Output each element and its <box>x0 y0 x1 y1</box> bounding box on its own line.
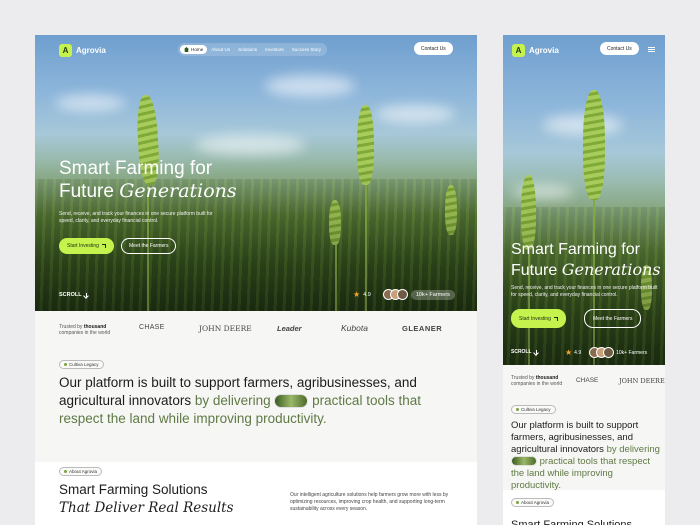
farmer-avatars <box>589 347 615 358</box>
meet-farmers-button-mobile[interactable]: Meet the Farmers <box>584 309 642 328</box>
logo-leader: Leader <box>277 324 302 333</box>
about-tag-mobile: About Agrovia <box>511 498 555 507</box>
hero-subtitle: Send, receive, and track your finances i… <box>59 211 213 224</box>
trusted-text-mobile: Trusted by thousand companies in the wor… <box>511 375 563 388</box>
farmers-photo-pill <box>511 456 537 467</box>
mobile-preview: A Agrovia Contact Us Smart Farming for F… <box>503 35 665 525</box>
farmers-count: 10k+ Farmers <box>410 289 455 300</box>
about-tag: About Agrovia <box>59 467 103 476</box>
logo-mark-icon: A <box>512 44 525 57</box>
nav-about[interactable]: About Us <box>207 45 234 54</box>
logo-gleaner: GLEANER <box>402 324 443 333</box>
meet-farmers-button[interactable]: Meet the Farmers <box>121 238 177 254</box>
trusted-text: Trusted by thousand companies in the wor… <box>59 324 111 337</box>
scroll-indicator[interactable]: SCROLL <box>59 292 87 298</box>
farmers-count: 10k+ Farmers <box>616 349 648 356</box>
hero-title-mobile: Smart Farming for Future Generations <box>511 241 661 279</box>
hamburger-menu-icon[interactable] <box>648 47 655 52</box>
logo-john-deere: JOHN DEERE <box>199 324 252 333</box>
home-icon <box>184 47 189 52</box>
arrow-down-icon <box>535 349 537 355</box>
avatar <box>396 289 408 300</box>
about-description: Our intelligent agriculture solutions he… <box>290 492 449 512</box>
contact-button[interactable]: Contact Us <box>414 42 453 55</box>
dot-icon <box>516 408 519 411</box>
star-icon: ★ <box>565 347 573 357</box>
arrow-up-right-icon <box>553 316 558 321</box>
about-section: About Agrovia Smart Farming Solutions Th… <box>35 462 477 525</box>
rating-block-mobile: ★ 4.9 10k+ Farmers <box>565 347 647 358</box>
arrow-up-right-icon <box>101 244 106 248</box>
logo-chase: CHASE <box>139 324 165 331</box>
about-section-mobile: About Agrovia Smart Farming Solutions <box>503 490 665 525</box>
main-nav: Home About Us Solutions Investors Succes… <box>178 43 328 56</box>
logo-mobile[interactable]: A Agrovia <box>512 44 559 57</box>
mission-tag-mobile: Cultiva Legacy <box>511 405 556 414</box>
logo-chase: CHASE <box>576 377 599 384</box>
logo[interactable]: A Agrovia <box>59 44 106 57</box>
dot-icon <box>64 363 67 366</box>
nav-success-story[interactable]: Success Story <box>288 45 325 54</box>
logo-mark-icon: A <box>59 44 72 57</box>
about-title-mobile: Smart Farming Solutions <box>511 519 633 525</box>
arrow-down-icon <box>85 292 87 298</box>
rating-block: ★ 4.9 10k+ Farmers <box>353 289 455 300</box>
scroll-indicator-mobile[interactable]: SCROLL <box>511 349 537 355</box>
desktop-preview: A Agrovia Home About Us Solutions Invest… <box>35 35 477 525</box>
avatar <box>603 347 615 358</box>
about-title: Smart Farming Solutions That Deliver Rea… <box>59 482 234 516</box>
mission-statement-mobile: Our platform is built to support farmers… <box>511 420 660 491</box>
contact-button-mobile[interactable]: Contact Us <box>600 42 639 55</box>
logo-text: Agrovia <box>529 46 559 55</box>
hero-title: Smart Farming for Future Generations <box>59 158 237 202</box>
star-icon: ★ <box>353 289 361 299</box>
dot-icon <box>64 470 67 473</box>
start-investing-button[interactable]: Start Investing <box>59 238 114 254</box>
rating-value: 4.9 <box>574 349 582 356</box>
logo-kubota: Kubota <box>341 323 368 333</box>
start-investing-button-mobile[interactable]: Start Investing <box>511 309 566 328</box>
mission-tag: Cultiva Legacy <box>59 360 104 369</box>
nav-investors[interactable]: Investors <box>261 45 288 54</box>
farmer-avatars <box>382 289 408 300</box>
dot-icon <box>516 501 519 504</box>
logo-text: Agrovia <box>76 46 106 55</box>
rating-value: 4.9 <box>363 291 371 298</box>
hero-subtitle-mobile: Send, receive, and track your finances i… <box>511 285 658 298</box>
logo-john-deere: JOHN DEERE <box>619 377 665 385</box>
nav-home[interactable]: Home <box>180 45 208 54</box>
farmers-photo-pill <box>274 394 309 409</box>
mission-statement: Our platform is built to support farmers… <box>59 375 421 426</box>
nav-solutions[interactable]: Solutions <box>234 45 261 54</box>
